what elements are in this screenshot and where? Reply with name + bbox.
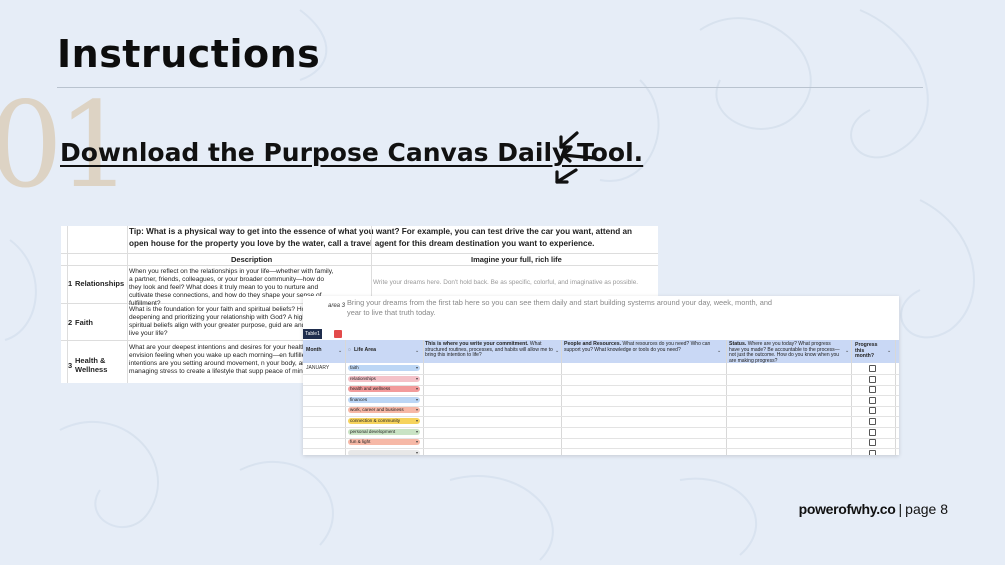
- progress-checkbox[interactable]: [869, 439, 876, 447]
- chevron-down-icon[interactable]: ⌄: [717, 348, 721, 354]
- brand-name: powerofwhy.co: [798, 501, 896, 517]
- area-label: area 3: [328, 303, 346, 309]
- imagine-header: Imagine your full, rich life: [471, 255, 562, 264]
- table-header-row: Month ⌄ ◌ Life Area ⌄ This is where you w…: [303, 340, 899, 363]
- column-header-life-area[interactable]: ◌ Life Area: [348, 340, 418, 363]
- life-area-chip[interactable]: faith ▾: [348, 365, 420, 371]
- grid-line: [61, 265, 658, 266]
- progress-checkbox[interactable]: [869, 375, 876, 383]
- life-area-chip[interactable]: ▾: [348, 449, 420, 455]
- pointing-arrows-icon: [555, 131, 596, 184]
- column-header-people[interactable]: People and Resources. What resources do …: [564, 340, 712, 363]
- table-icon[interactable]: [334, 330, 342, 338]
- grid-line: [127, 226, 128, 383]
- imagine-placeholder[interactable]: Write your dreams here. Don't hold back.…: [373, 279, 638, 286]
- dropdown-arrow-icon[interactable]: ▾: [416, 429, 418, 435]
- life-area-chip-label: health and wellness: [350, 386, 391, 392]
- life-area-chip[interactable]: health and wellness ▾: [348, 386, 420, 393]
- progress-checkbox[interactable]: [869, 428, 876, 436]
- chevron-down-icon[interactable]: ⌄: [887, 348, 891, 354]
- life-area-chip-label: work, career and business: [350, 407, 404, 413]
- life-area-chip-label: faith: [350, 365, 359, 370]
- title-divider: [57, 87, 923, 88]
- footer: powerofwhy.co | page 8: [799, 501, 948, 517]
- life-area-chip[interactable]: finances ▾: [348, 396, 420, 403]
- life-area-chip[interactable]: personal development ▾: [348, 428, 420, 435]
- daily-tracker-sheet: area 3 Bring your dreams from the first …: [303, 296, 899, 455]
- dropdown-arrow-icon[interactable]: ▾: [416, 439, 418, 445]
- dropdown-arrow-icon[interactable]: ▾: [416, 407, 418, 413]
- table-tab[interactable]: Table1: [303, 329, 322, 339]
- page-label: page 8: [905, 501, 948, 517]
- row-number: 1: [68, 279, 73, 288]
- table-row: ▾: [303, 448, 899, 455]
- description-header: Description: [231, 255, 273, 264]
- life-area-chip[interactable]: work, career and business ▾: [348, 407, 420, 414]
- life-area-chip-label: finances: [350, 396, 368, 402]
- progress-checkbox[interactable]: [869, 365, 876, 372]
- chevron-down-icon[interactable]: ⌄: [555, 348, 559, 354]
- life-area-chip[interactable]: fun & light ▾: [348, 439, 420, 446]
- life-area-chip[interactable]: connection & community ▾: [348, 418, 420, 424]
- chevron-down-icon[interactable]: ⌄: [338, 348, 342, 354]
- dropdown-arrow-icon[interactable]: ▾: [416, 386, 418, 392]
- grid-line: [61, 253, 658, 254]
- progress-checkbox[interactable]: [869, 449, 876, 455]
- column-header-progress[interactable]: Progress this month?: [855, 340, 883, 363]
- column-header-commitment[interactable]: This is where you write your commitment.…: [425, 340, 553, 363]
- dropdown-arrow-icon[interactable]: ▾: [416, 450, 418, 455]
- dropdown-arrow-icon[interactable]: ▾: [416, 397, 418, 403]
- row-number: 3: [68, 361, 73, 370]
- tag-icon: ◌: [348, 347, 351, 353]
- dropdown-arrow-icon[interactable]: ▾: [416, 365, 418, 371]
- row-number: 2: [68, 318, 73, 327]
- sheet-tip: Tip: What is a physical way to get into …: [129, 227, 633, 248]
- life-area-label: Relationships: [75, 279, 125, 288]
- progress-checkbox[interactable]: [869, 386, 876, 394]
- page-title: Instructions: [57, 32, 321, 76]
- chevron-down-icon[interactable]: ⌄: [845, 348, 849, 354]
- progress-checkbox[interactable]: [869, 418, 876, 425]
- footer-separator: |: [898, 501, 903, 517]
- grid-line: [67, 226, 68, 383]
- progress-checkbox[interactable]: [869, 396, 876, 404]
- sheet-intro: Bring your dreams from the first tab her…: [347, 298, 773, 317]
- column-header-status[interactable]: Status. Where are you today? What progre…: [729, 340, 841, 363]
- chevron-down-icon[interactable]: ⌄: [415, 348, 419, 354]
- life-area-chip-label: connection & community: [350, 418, 401, 423]
- dropdown-arrow-icon[interactable]: ▾: [416, 418, 418, 424]
- dropdown-arrow-icon[interactable]: ▾: [416, 376, 418, 382]
- progress-checkbox[interactable]: [869, 407, 876, 415]
- life-area-chip-label: personal development: [350, 428, 396, 434]
- life-area-chip-label: fun & light: [350, 439, 371, 445]
- life-area-label: Health & Wellness: [75, 356, 108, 374]
- life-area-chip[interactable]: relationships ▾: [348, 375, 420, 382]
- life-area-label: Faith: [75, 318, 93, 327]
- life-area-chip-label: relationships: [350, 375, 376, 381]
- month-cell[interactable]: JANUARY: [306, 365, 329, 371]
